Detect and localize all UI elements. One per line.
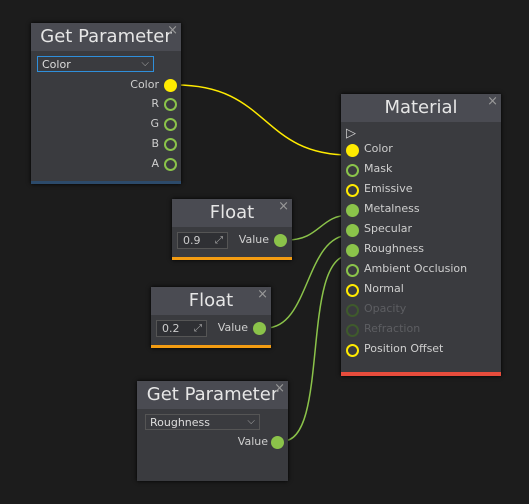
node-header[interactable]: Float ×	[151, 287, 271, 315]
input-pin-emissive[interactable]	[346, 184, 359, 197]
parameter-dropdown[interactable]: Color ⌵	[37, 56, 154, 72]
parameter-dropdown[interactable]: Roughness ⌵	[145, 414, 260, 430]
close-icon[interactable]: ×	[274, 375, 285, 403]
material-node[interactable]: Material × ▷ Color Mask Emissive Metalness Sp…	[341, 94, 501, 376]
get-parameter-node-color[interactable]: Get Parameter × Color ⌵ Color R G B A	[31, 23, 181, 184]
input-pin-position-offset[interactable]	[346, 344, 359, 357]
output-label-color: Color	[130, 78, 159, 91]
input-pin-roughness[interactable]	[346, 244, 359, 257]
close-icon[interactable]: ×	[487, 88, 498, 116]
output-label-value: Value	[237, 435, 268, 448]
input-pin-ambient-occlusion[interactable]	[346, 264, 359, 277]
input-label-emissive: Emissive	[364, 182, 413, 195]
output-pin-color[interactable]	[164, 79, 177, 92]
close-icon[interactable]: ×	[278, 193, 289, 221]
node-footer-bar	[341, 372, 501, 376]
wire-roughness	[282, 254, 351, 442]
input-pin-normal[interactable]	[346, 284, 359, 297]
input-pin-specular[interactable]	[346, 224, 359, 237]
node-header[interactable]: Get Parameter ×	[31, 23, 181, 51]
expand-icon[interactable]: ⤢	[194, 321, 202, 337]
node-footer-bar	[31, 181, 181, 184]
output-pin-value[interactable]	[253, 322, 266, 335]
chevron-down-icon: ⌵	[141, 58, 149, 69]
input-label-specular: Specular	[364, 222, 413, 235]
dropdown-value: Color	[42, 58, 71, 71]
output-pin-value[interactable]	[271, 436, 284, 449]
node-title: Float	[209, 202, 255, 223]
input-label-ambient-occlusion: Ambient Occlusion	[364, 262, 468, 275]
output-pin-b[interactable]	[164, 138, 177, 151]
dropdown-value: Roughness	[150, 416, 211, 429]
output-pin-a[interactable]	[164, 158, 177, 171]
output-label-r: R	[151, 97, 159, 110]
node-header[interactable]: Get Parameter ×	[137, 381, 288, 409]
close-icon[interactable]: ×	[257, 281, 268, 309]
input-value: 0.2	[162, 322, 180, 335]
output-pin-value[interactable]	[274, 234, 287, 247]
output-arrow-icon[interactable]: ▷	[346, 126, 356, 141]
input-label-position-offset: Position Offset	[364, 342, 444, 355]
output-label-b: B	[151, 137, 159, 150]
node-footer-bar	[172, 257, 292, 260]
input-pin-refraction[interactable]	[346, 324, 359, 337]
output-label-a: A	[151, 157, 159, 170]
chevron-down-icon: ⌵	[247, 416, 255, 427]
wire-color	[175, 84, 351, 156]
input-value: 0.9	[183, 234, 201, 247]
input-label-roughness: Roughness	[364, 242, 425, 255]
input-label-color: Color	[364, 142, 393, 155]
node-header[interactable]: Material ×	[341, 94, 501, 122]
close-icon[interactable]: ×	[167, 17, 178, 45]
float-value-input[interactable]: 0.2 ⤢	[156, 320, 207, 337]
input-label-normal: Normal	[364, 282, 404, 295]
node-header[interactable]: Float ×	[172, 199, 292, 227]
expand-icon[interactable]: ⤢	[215, 233, 223, 249]
output-label-value: Value	[217, 321, 248, 334]
node-title: Material	[384, 97, 458, 118]
input-label-opacity: Opacity	[364, 302, 407, 315]
output-label-value: Value	[238, 233, 269, 246]
node-title: Get Parameter	[146, 384, 279, 405]
output-pin-g[interactable]	[164, 118, 177, 131]
input-pin-mask[interactable]	[346, 164, 359, 177]
node-footer-bar	[151, 345, 271, 348]
float-node-2[interactable]: Float × 0.2 ⤢ Value	[151, 287, 271, 348]
float-value-input[interactable]: 0.9 ⤢	[177, 232, 228, 249]
get-parameter-node-roughness[interactable]: Get Parameter × Roughness ⌵ Value	[137, 381, 288, 481]
input-label-refraction: Refraction	[364, 322, 421, 335]
output-pin-r[interactable]	[164, 98, 177, 111]
output-label-g: G	[150, 117, 159, 130]
input-pin-color[interactable]	[346, 144, 359, 157]
node-title: Get Parameter	[40, 26, 172, 47]
input-pin-opacity[interactable]	[346, 304, 359, 317]
node-title: Float	[188, 290, 234, 311]
float-node-1[interactable]: Float × 0.9 ⤢ Value	[172, 199, 292, 260]
input-pin-metalness[interactable]	[346, 204, 359, 217]
input-label-mask: Mask	[364, 162, 393, 175]
input-label-metalness: Metalness	[364, 202, 420, 215]
